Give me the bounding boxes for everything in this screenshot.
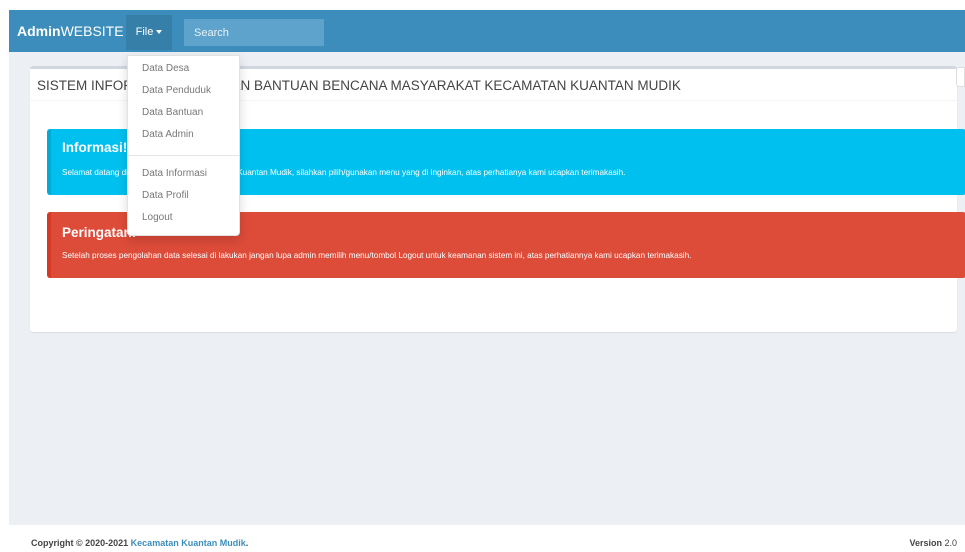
search-input[interactable] bbox=[184, 19, 324, 46]
caret-down-icon bbox=[156, 30, 163, 35]
menu-item-data-informasi[interactable]: Data Informasi bbox=[142, 168, 207, 179]
footer: Copyright © 2020-2021 Kecamatan Kuantan … bbox=[0, 525, 965, 552]
brand-bold: Admin bbox=[17, 23, 61, 39]
version-number: 2.0 bbox=[941, 538, 957, 548]
warning-alert-title: Peringatan! bbox=[62, 225, 137, 240]
menu-item-data-desa[interactable]: Data Desa bbox=[142, 63, 189, 74]
brand-rest: WEBSITE bbox=[60, 23, 124, 39]
menu-item-data-bantuan[interactable]: Data Bantuan bbox=[142, 107, 203, 118]
brand-logo[interactable]: AdminWEBSITE bbox=[17, 10, 124, 52]
menu-item-logout[interactable]: Logout bbox=[142, 212, 173, 223]
file-dropdown-menu: Data Desa Data Penduduk Data Bantuan Dat… bbox=[127, 55, 240, 236]
copyright-suffix: . bbox=[245, 538, 249, 548]
copyright-link[interactable]: Kecamatan Kuantan Mudik bbox=[131, 538, 246, 548]
version-label: Version bbox=[909, 538, 942, 548]
info-alert-title: Informasi! bbox=[62, 140, 128, 155]
warning-alert-text: Setelah proses pengolahan data selesai d… bbox=[62, 251, 692, 260]
menu-item-data-admin[interactable]: Data Admin bbox=[142, 129, 194, 140]
menu-item-data-profil[interactable]: Data Profil bbox=[142, 190, 189, 201]
version-info: Version 2.0 bbox=[909, 538, 957, 548]
menu-divider bbox=[128, 155, 239, 156]
top-navbar: AdminWEBSITE File bbox=[9, 10, 965, 52]
file-menu-label: File bbox=[135, 26, 154, 38]
copyright-prefix: Copyright © 2020-2021 bbox=[31, 538, 131, 548]
copyright-text: Copyright © 2020-2021 Kecamatan Kuantan … bbox=[31, 538, 248, 548]
menu-item-data-penduduk[interactable]: Data Penduduk bbox=[142, 85, 211, 96]
side-scroll-handle[interactable] bbox=[956, 67, 965, 87]
file-menu-button[interactable]: File bbox=[126, 15, 172, 50]
